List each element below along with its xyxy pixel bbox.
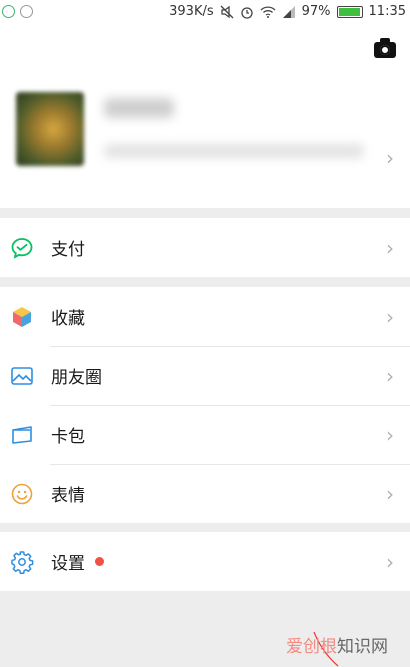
nickname-blurred [104, 98, 174, 118]
wechat-pay-icon [10, 236, 34, 260]
chevron-right-icon: › [386, 549, 394, 574]
watermark: 爱创根知识网 [286, 632, 388, 657]
profile-header[interactable]: › [0, 26, 410, 208]
menu-label-pay: 支付 [51, 240, 85, 260]
menu-item-moments[interactable]: 朋友圈 › [0, 346, 410, 405]
features-group: 收藏 › 朋友圈 › 卡包 › 表情 › [0, 287, 410, 523]
menu-label-stickers: 表情 [51, 486, 85, 506]
menu-item-stickers[interactable]: 表情 › [0, 464, 410, 523]
menu-item-pay[interactable]: 支付 › [0, 218, 410, 277]
status-left-icons [2, 5, 33, 18]
chevron-right-icon: › [386, 146, 394, 170]
chevron-right-icon: › [386, 304, 394, 329]
smiley-icon [10, 482, 34, 506]
status-right: 393K/s 97% 11:35 [169, 4, 406, 19]
menu-item-favorites[interactable]: 收藏 › [0, 287, 410, 346]
battery-percent: 97% [301, 4, 331, 19]
chevron-right-icon: › [386, 481, 394, 506]
alarm-icon [240, 6, 253, 19]
signal-icon [282, 5, 295, 18]
notification-icon [2, 5, 15, 18]
wifi-icon [260, 5, 276, 18]
menu-item-settings[interactable]: 设置 › [0, 532, 410, 591]
camera-icon[interactable] [374, 38, 396, 58]
moments-photo-icon [10, 364, 34, 388]
menu-label-settings: 设置 [51, 554, 85, 574]
avatar[interactable] [16, 92, 84, 166]
card-wallet-icon [10, 423, 34, 447]
wechat-id-blurred [104, 144, 364, 158]
watermark-part2: 知识网 [337, 637, 388, 657]
notification-badge [95, 557, 104, 566]
gear-icon [10, 550, 34, 574]
network-speed: 393K/s [169, 4, 214, 19]
chevron-right-icon: › [386, 235, 394, 260]
chevron-right-icon: › [386, 363, 394, 388]
settings-group: 设置 › [0, 532, 410, 591]
battery-icon [336, 5, 363, 18]
chevron-right-icon: › [386, 422, 394, 447]
clock: 11:35 [368, 4, 406, 19]
menu-label-favorites: 收藏 [51, 309, 85, 329]
menu-label-moments: 朋友圈 [51, 368, 102, 388]
app-icon [20, 5, 33, 18]
menu-label-cards: 卡包 [51, 427, 85, 447]
status-bar: 393K/s 97% 11:35 [0, 0, 410, 26]
watermark-part1: 爱创根 [286, 637, 337, 657]
menu-item-cards[interactable]: 卡包 › [0, 405, 410, 464]
favorites-cube-icon [10, 305, 34, 329]
mute-icon [220, 5, 234, 18]
pay-group: 支付 › [0, 218, 410, 277]
